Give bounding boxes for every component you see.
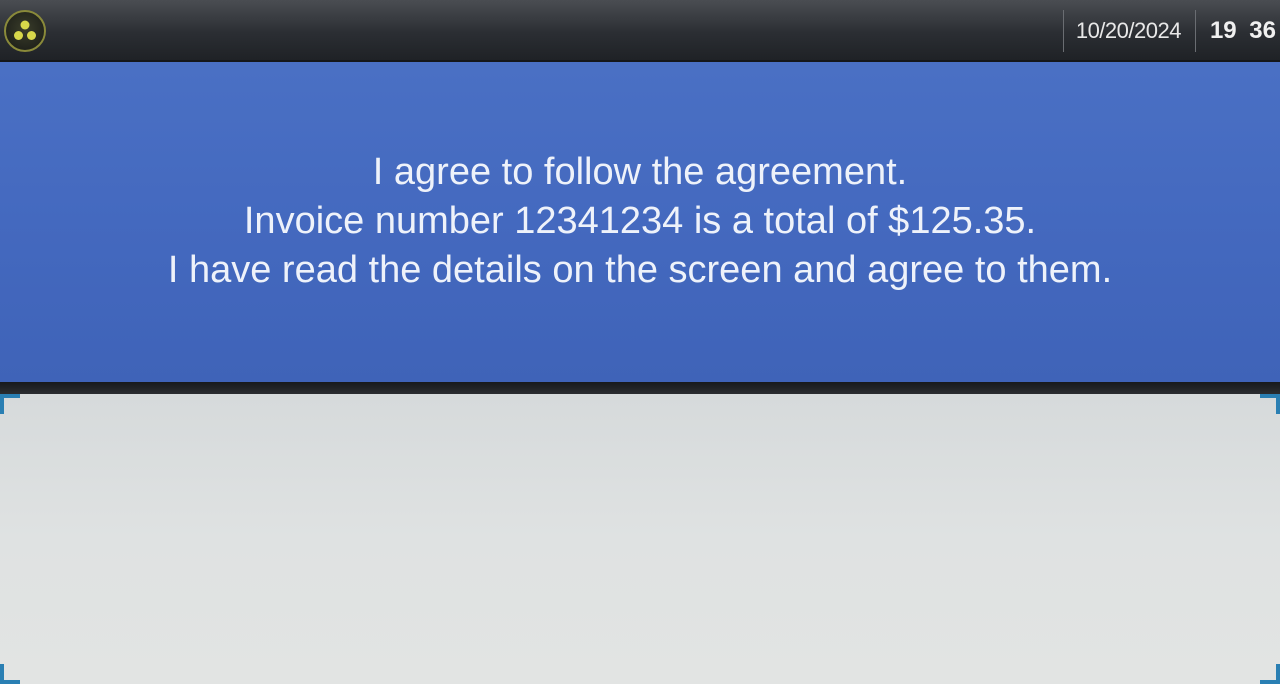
status-bar: 10/20/2024 19 36	[0, 0, 1280, 62]
corner-marker-bottom-left	[0, 664, 20, 684]
panel-divider	[0, 382, 1280, 394]
invoice-line: Invoice number 12341234 is a total of $1…	[243, 200, 1037, 242]
agreement-message: I agree to follow the agreement. Invoice…	[0, 148, 1280, 295]
time-label: 19 36	[1194, 10, 1280, 52]
corner-marker-top-left	[0, 394, 20, 414]
corner-marker-top-right	[1260, 394, 1280, 414]
signature-capture-area[interactable]	[0, 394, 1280, 684]
tri-dot-logo-icon	[4, 10, 46, 52]
date-label: 10/20/2024	[1062, 10, 1195, 52]
corner-marker-bottom-right	[1260, 664, 1280, 684]
datetime-display: 10/20/2024 19 36	[1062, 10, 1280, 52]
acknowledgement-line: I have read the details on the screen an…	[167, 249, 1113, 291]
agreement-message-panel: I agree to follow the agreement. Invoice…	[0, 62, 1280, 382]
agreement-line-1: I agree to follow the agreement.	[372, 151, 908, 193]
signature-pad-screen: 10/20/2024 19 36 I agree to follow the a…	[0, 0, 1280, 684]
